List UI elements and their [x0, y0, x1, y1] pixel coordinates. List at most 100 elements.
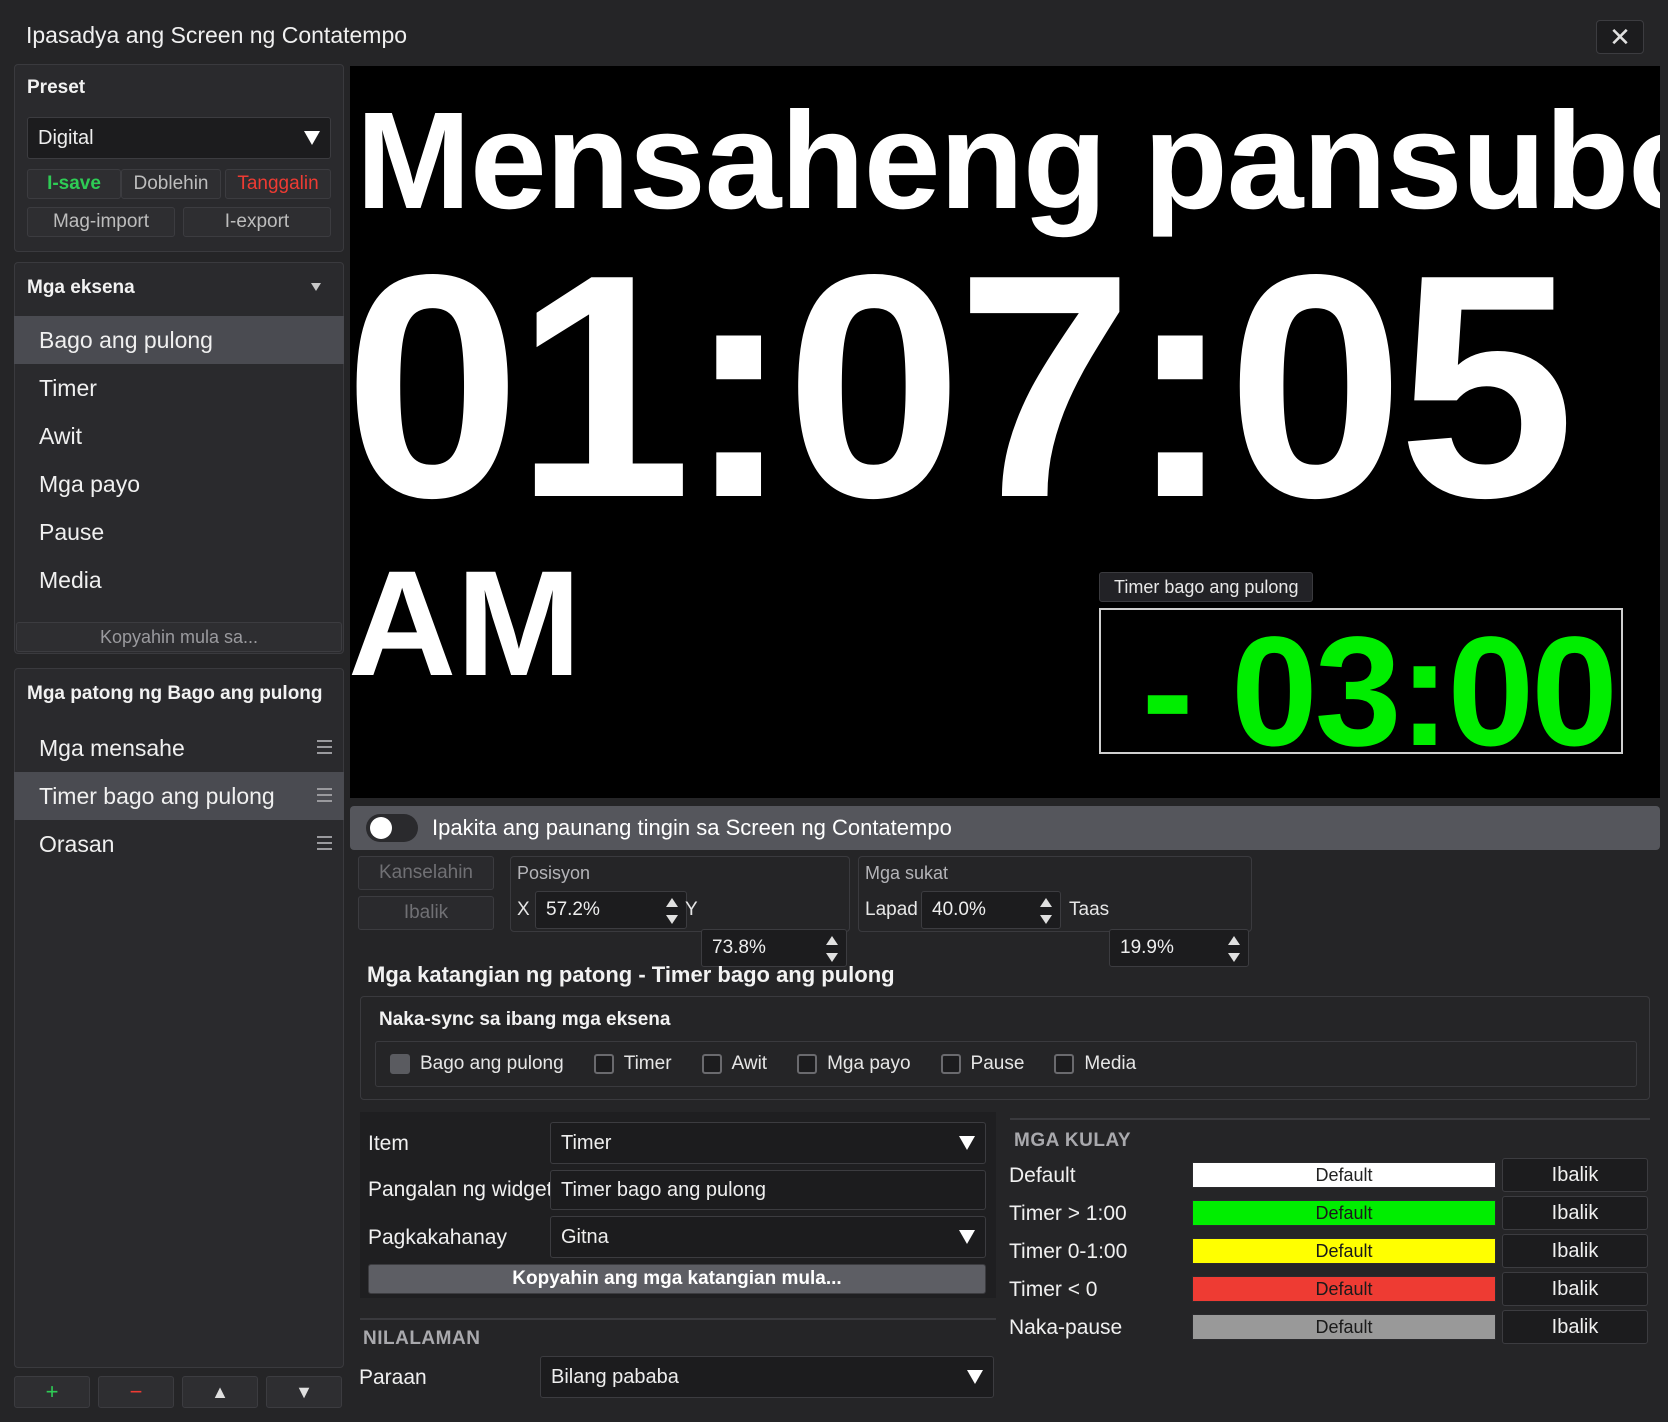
reset-color-paused-button[interactable]: Ibalik	[1502, 1310, 1648, 1344]
import-button[interactable]: Mag-import	[27, 207, 175, 237]
spinner-arrows-icon[interactable]	[1228, 936, 1240, 962]
cancel-button[interactable]: Kanselahin	[358, 856, 494, 890]
export-button[interactable]: I-export	[183, 207, 331, 237]
widget-name-label: Pangalan ng widget	[368, 1178, 553, 1201]
sync-checkbox-pause[interactable]: Pause	[940, 1053, 1024, 1075]
checkbox-icon[interactable]	[1054, 1054, 1075, 1074]
preview-toggle-label: Ipakita ang paunang tingin sa Screen ng …	[432, 815, 952, 840]
layer-item-orasan[interactable]: Orasan	[14, 820, 344, 868]
mode-label: Paraan	[359, 1366, 427, 1389]
scene-item-mga-payo[interactable]: Mga payo	[14, 460, 344, 508]
preset-selected-value: Digital	[38, 126, 94, 149]
color-swatch-timer-0-1[interactable]: Default	[1192, 1238, 1496, 1264]
color-swatch-timer-negative[interactable]: Default	[1192, 1276, 1496, 1302]
checkbox-icon[interactable]	[701, 1054, 722, 1074]
duplicate-button[interactable]: Doblehin	[121, 169, 221, 199]
spinner-arrows-icon[interactable]	[666, 898, 678, 924]
preset-header: Preset	[27, 77, 86, 98]
scene-item-pause[interactable]: Pause	[14, 508, 344, 556]
mode-select[interactable]: Bilang pababa	[540, 1356, 994, 1398]
sync-checkbox-awit[interactable]: Awit	[701, 1053, 767, 1075]
layer-item-mga-mensahe[interactable]: Mga mensahe	[14, 724, 344, 772]
sync-checkbox-mga-payo[interactable]: Mga payo	[797, 1053, 911, 1075]
move-up-button[interactable]: ▲	[182, 1376, 258, 1408]
drag-handle-icon[interactable]	[317, 740, 332, 755]
widget-name-input[interactable]: Timer bago ang pulong	[550, 1170, 986, 1210]
sync-checkbox-media[interactable]: Media	[1054, 1053, 1136, 1075]
layers-header: Mga patong ng Bago ang pulong	[27, 683, 323, 704]
checkbox-icon[interactable]	[940, 1054, 961, 1074]
delete-button[interactable]: Tanggalin	[225, 169, 331, 199]
height-label: Taas	[1069, 899, 1110, 920]
position-group: Posisyon X 57.2% Y 73.8%	[510, 856, 850, 967]
save-button[interactable]: I-save	[27, 169, 121, 199]
reset-color-timer-negative-button[interactable]: Ibalik	[1502, 1272, 1648, 1306]
x-position-input[interactable]: 57.2%	[535, 891, 687, 929]
sync-title: Naka-sync sa ibang mga eksena	[379, 1009, 671, 1030]
spinner-arrows-icon[interactable]	[1040, 898, 1052, 924]
item-label: Item	[368, 1132, 409, 1155]
selected-layer-box[interactable]: - 03:00	[1099, 608, 1623, 754]
layer-item-timer-bago-ang-pulong[interactable]: Timer bago ang pulong	[14, 772, 344, 820]
color-swatch-default[interactable]: Default	[1192, 1162, 1496, 1188]
scenes-header: Mga eksena	[27, 277, 135, 298]
toggle-knob	[370, 817, 392, 839]
preview-toggle-bar: Ipakita ang paunang tingin sa Screen ng …	[350, 806, 1660, 850]
reset-geometry-button[interactable]: Ibalik	[358, 896, 494, 930]
chevron-down-icon	[959, 1230, 975, 1244]
color-swatch-timer-over-1[interactable]: Default	[1192, 1200, 1496, 1226]
colors-divider	[1010, 1118, 1650, 1120]
width-label: Lapad	[865, 899, 918, 920]
move-down-button[interactable]: ▼	[266, 1376, 342, 1408]
scene-item-bago-ang-pulong[interactable]: Bago ang pulong	[14, 316, 344, 364]
width-input[interactable]: 40.0%	[921, 891, 1061, 929]
sync-checkbox-bago-ang-pulong[interactable]: Bago ang pulong	[390, 1053, 564, 1075]
chevron-down-icon	[967, 1370, 983, 1384]
copy-properties-button[interactable]: Kopyahin ang mga katangian mula...	[368, 1264, 986, 1294]
arrow-up-icon: ▲	[211, 1381, 229, 1402]
size-group: Mga sukat Lapad 40.0% Taas 19.9%	[858, 856, 1252, 967]
checkbox-icon[interactable]	[593, 1054, 614, 1074]
preset-panel: Preset Digital I-save Doblehin Tanggalin…	[14, 64, 344, 252]
color-label-timer-over-1: Timer > 1:00	[1009, 1202, 1127, 1225]
preview-toggle-switch[interactable]	[366, 814, 418, 842]
color-label-timer-0-1: Timer 0-1:00	[1009, 1240, 1128, 1263]
properties-title: Mga katangian ng patong - Timer bago ang…	[367, 962, 895, 987]
content-divider	[360, 1318, 996, 1320]
drag-handle-icon[interactable]	[317, 788, 332, 803]
close-button[interactable]: ✕	[1596, 20, 1644, 54]
color-label-default: Default	[1009, 1164, 1076, 1187]
sync-checkbox-row: Bago ang pulong Timer Awit Mga payo Paus…	[375, 1041, 1637, 1087]
color-label-paused: Naka-pause	[1009, 1316, 1123, 1339]
preset-select[interactable]: Digital	[27, 117, 331, 159]
height-input[interactable]: 19.9%	[1109, 929, 1249, 967]
scene-item-media[interactable]: Media	[14, 556, 344, 604]
chevron-down-icon	[311, 283, 321, 291]
chevron-down-icon	[959, 1136, 975, 1150]
collapse-toggle[interactable]	[311, 283, 321, 291]
remove-layer-button[interactable]: −	[98, 1376, 174, 1408]
sync-checkbox-timer[interactable]: Timer	[593, 1053, 672, 1075]
chevron-down-icon	[304, 131, 320, 145]
color-label-timer-negative: Timer < 0	[1009, 1278, 1098, 1301]
reset-color-timer-0-1-button[interactable]: Ibalik	[1502, 1234, 1648, 1268]
checkbox-icon[interactable]	[390, 1054, 410, 1074]
alignment-select[interactable]: Gitna	[550, 1216, 986, 1258]
preview-clock: 01:07:05	[350, 209, 1575, 564]
y-label: Y	[685, 899, 698, 920]
content-title: NILALAMAN	[363, 1328, 481, 1349]
item-select[interactable]: Timer	[550, 1122, 986, 1164]
scene-item-awit[interactable]: Awit	[14, 412, 344, 460]
drag-handle-icon[interactable]	[317, 836, 332, 851]
checkbox-icon[interactable]	[797, 1054, 818, 1074]
preview-ampm: AM	[350, 539, 582, 707]
copy-from-button[interactable]: Kopyahin mula sa...	[16, 622, 342, 652]
add-layer-button[interactable]: +	[14, 1376, 90, 1408]
reset-color-default-button[interactable]: Ibalik	[1502, 1158, 1648, 1192]
scene-item-timer[interactable]: Timer	[14, 364, 344, 412]
selected-layer-label: Timer bago ang pulong	[1099, 572, 1314, 602]
alignment-label: Pagkakahanay	[368, 1226, 507, 1249]
color-swatch-paused[interactable]: Default	[1192, 1314, 1496, 1340]
spinner-arrows-icon[interactable]	[826, 936, 838, 962]
reset-color-timer-over-1-button[interactable]: Ibalik	[1502, 1196, 1648, 1230]
